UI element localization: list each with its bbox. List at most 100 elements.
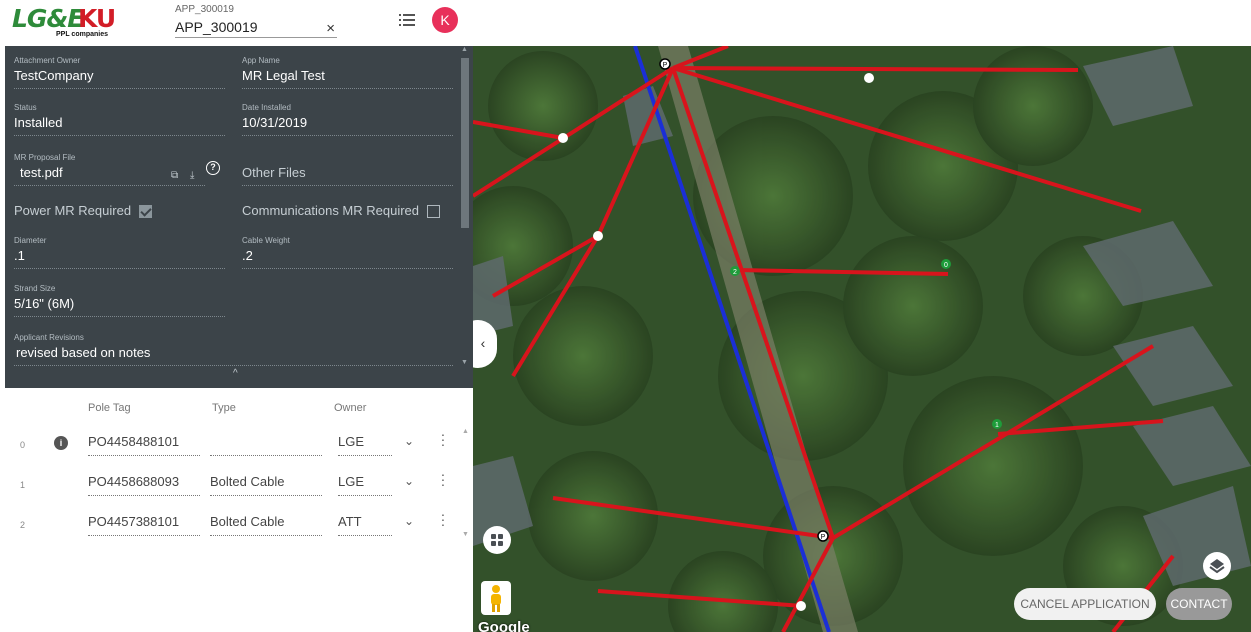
strand-size-value: 5/16" (6M) <box>14 296 225 317</box>
street-view-pegman-button[interactable] <box>481 581 511 615</box>
chevron-down-icon[interactable]: ⌄ <box>404 514 414 528</box>
type-input[interactable]: Bolted Cable <box>210 474 322 496</box>
details-scrollbar[interactable]: ▲ ▼ <box>460 46 470 366</box>
type-input[interactable] <box>210 434 322 456</box>
owner-input[interactable]: LGE <box>338 474 392 496</box>
more-options-icon[interactable]: · · · <box>440 467 446 491</box>
table-row[interactable]: 1 PO4458688093 Bolted Cable LGE ⌄ · · · <box>0 466 460 506</box>
column-header-pole-tag: Pole Tag <box>88 402 131 414</box>
row-index: 0 <box>20 440 26 450</box>
pole-tag-input[interactable]: PO4458688093 <box>88 474 200 496</box>
app-name-label: App Name <box>242 56 280 65</box>
cable-weight-value: .2 <box>242 248 453 269</box>
scroll-up-arrow[interactable]: ▲ <box>461 46 468 53</box>
help-icon[interactable]: ? <box>206 161 220 175</box>
contact-button[interactable]: CONTACT <box>1166 588 1232 620</box>
pole-marker-label: 0 <box>944 262 948 269</box>
pole-tag-input[interactable]: PO4458488101 <box>88 434 200 456</box>
satellite-map[interactable]: P 2 0 1 P ‹ Google CANCEL APPLICATION CO… <box>473 46 1251 632</box>
app-name-field: App Name MR Legal Test <box>242 56 453 89</box>
grid-icon <box>491 534 503 546</box>
logo-tagline: PPL companies <box>56 31 109 38</box>
cancel-application-button[interactable]: CANCEL APPLICATION <box>1014 588 1156 620</box>
clear-icon[interactable]: × <box>326 20 335 37</box>
column-header-owner: Owner <box>334 402 367 414</box>
scroll-down-arrow[interactable]: ▼ <box>461 359 468 366</box>
applicant-revisions-label: Applicant Revisions <box>14 333 84 342</box>
attachment-owner-label: Attachment Owner <box>14 56 81 65</box>
application-select-value[interactable]: APP_300019 <box>175 19 258 35</box>
application-details-panel: Attachment Owner TestCompany App Name MR… <box>5 46 473 388</box>
mr-proposal-file-label: MR Proposal File <box>14 153 76 162</box>
column-header-type: Type <box>212 402 236 414</box>
power-mr-required-checkbox[interactable] <box>139 205 153 219</box>
attachment-owner-field: Attachment Owner TestCompany <box>14 56 225 89</box>
pole-marker-label: 2 <box>733 269 737 276</box>
collapse-panel-chevron-icon[interactable]: ^ <box>233 368 238 379</box>
more-options-icon[interactable]: · · · <box>440 507 446 531</box>
details-scroll-area: Attachment Owner TestCompany App Name MR… <box>5 46 459 368</box>
pole-marker <box>593 231 603 241</box>
row-index: 1 <box>20 480 26 490</box>
diameter-label: Diameter <box>14 236 47 245</box>
logo-lge: LG&E <box>12 4 84 33</box>
date-installed-field: Date Installed 10/31/2019 <box>242 103 453 136</box>
status-label: Status <box>14 103 37 112</box>
table-row[interactable]: 2 PO4457388101 Bolted Cable ATT ⌄ · · · <box>0 506 460 546</box>
status-field: Status Installed <box>14 103 225 136</box>
strand-size-field: Strand Size 5/16" (6M) <box>14 284 225 317</box>
download-icon[interactable]: ⤓ <box>190 170 194 181</box>
owner-input[interactable]: LGE <box>338 434 392 456</box>
details-scrollbar-thumb[interactable] <box>461 58 469 228</box>
communications-mr-required-label: Communications MR Required <box>242 203 420 218</box>
google-attribution: Google <box>478 619 530 632</box>
poles-table: Pole Tag Type Owner 0 i PO4458488101 LGE… <box>0 388 473 632</box>
pole-marker-label: P <box>663 62 668 69</box>
table-scroll-down-arrow[interactable]: ▼ <box>462 531 469 538</box>
info-icon[interactable]: i <box>54 436 68 450</box>
diameter-field: Diameter .1 <box>14 236 225 269</box>
row-index: 2 <box>20 520 26 530</box>
strand-size-label: Strand Size <box>14 284 56 293</box>
communications-mr-required-checkbox[interactable] <box>427 205 441 219</box>
pole-marker <box>864 73 874 83</box>
applicant-revisions-value: revised based on notes <box>14 345 453 366</box>
app-name-value: MR Legal Test <box>242 68 453 89</box>
other-files-field[interactable]: Other Files <box>242 153 453 186</box>
cable-weight-label: Cable Weight <box>242 236 290 245</box>
power-mr-required[interactable]: Power MR Required <box>14 203 153 219</box>
list-menu-icon[interactable] <box>398 11 416 29</box>
pegman-icon <box>491 585 501 612</box>
status-value: Installed <box>14 115 225 136</box>
company-logo[interactable]: LG&E KU PPL companies <box>12 4 122 42</box>
pole-marker <box>796 601 806 611</box>
applicant-revisions-field: Applicant Revisions revised based on not… <box>14 333 453 366</box>
chevron-down-icon[interactable]: ⌄ <box>404 434 414 448</box>
communications-mr-required[interactable]: Communications MR Required <box>242 203 441 219</box>
pole-marker <box>558 133 568 143</box>
grid-view-button[interactable] <box>483 526 511 554</box>
more-options-icon[interactable]: · · · <box>440 427 446 451</box>
other-files-link[interactable]: Other Files <box>242 165 453 186</box>
diameter-value: .1 <box>14 248 225 269</box>
owner-input[interactable]: ATT <box>338 514 392 536</box>
table-scroll-up-arrow[interactable]: ▲ <box>462 428 469 435</box>
type-input[interactable]: Bolted Cable <box>210 514 322 536</box>
map-layers-button[interactable] <box>1203 552 1231 580</box>
power-mr-required-label: Power MR Required <box>14 203 132 218</box>
pole-marker-label: P <box>821 534 826 541</box>
table-row[interactable]: 0 i PO4458488101 LGE ⌄ · · · <box>0 426 460 466</box>
map-canvas[interactable]: P 2 0 1 P <box>473 46 1251 632</box>
cable-weight-field: Cable Weight .2 <box>242 236 453 269</box>
open-external-icon[interactable]: ⧉ <box>171 170 178 181</box>
attachment-owner-value: TestCompany <box>14 68 225 89</box>
pole-tag-input[interactable]: PO4457388101 <box>88 514 200 536</box>
other-files-label-spacer <box>242 153 453 162</box>
chevron-down-icon[interactable]: ⌄ <box>404 474 414 488</box>
date-installed-value: 10/31/2019 <box>242 115 453 136</box>
application-select[interactable]: APP_300019 APP_300019 × <box>175 4 337 38</box>
table-scrollbar[interactable]: ▲ ▼ <box>462 428 470 538</box>
pole-marker-label: 1 <box>995 422 999 429</box>
avatar[interactable]: K <box>432 7 458 33</box>
date-installed-label: Date Installed <box>242 103 291 112</box>
